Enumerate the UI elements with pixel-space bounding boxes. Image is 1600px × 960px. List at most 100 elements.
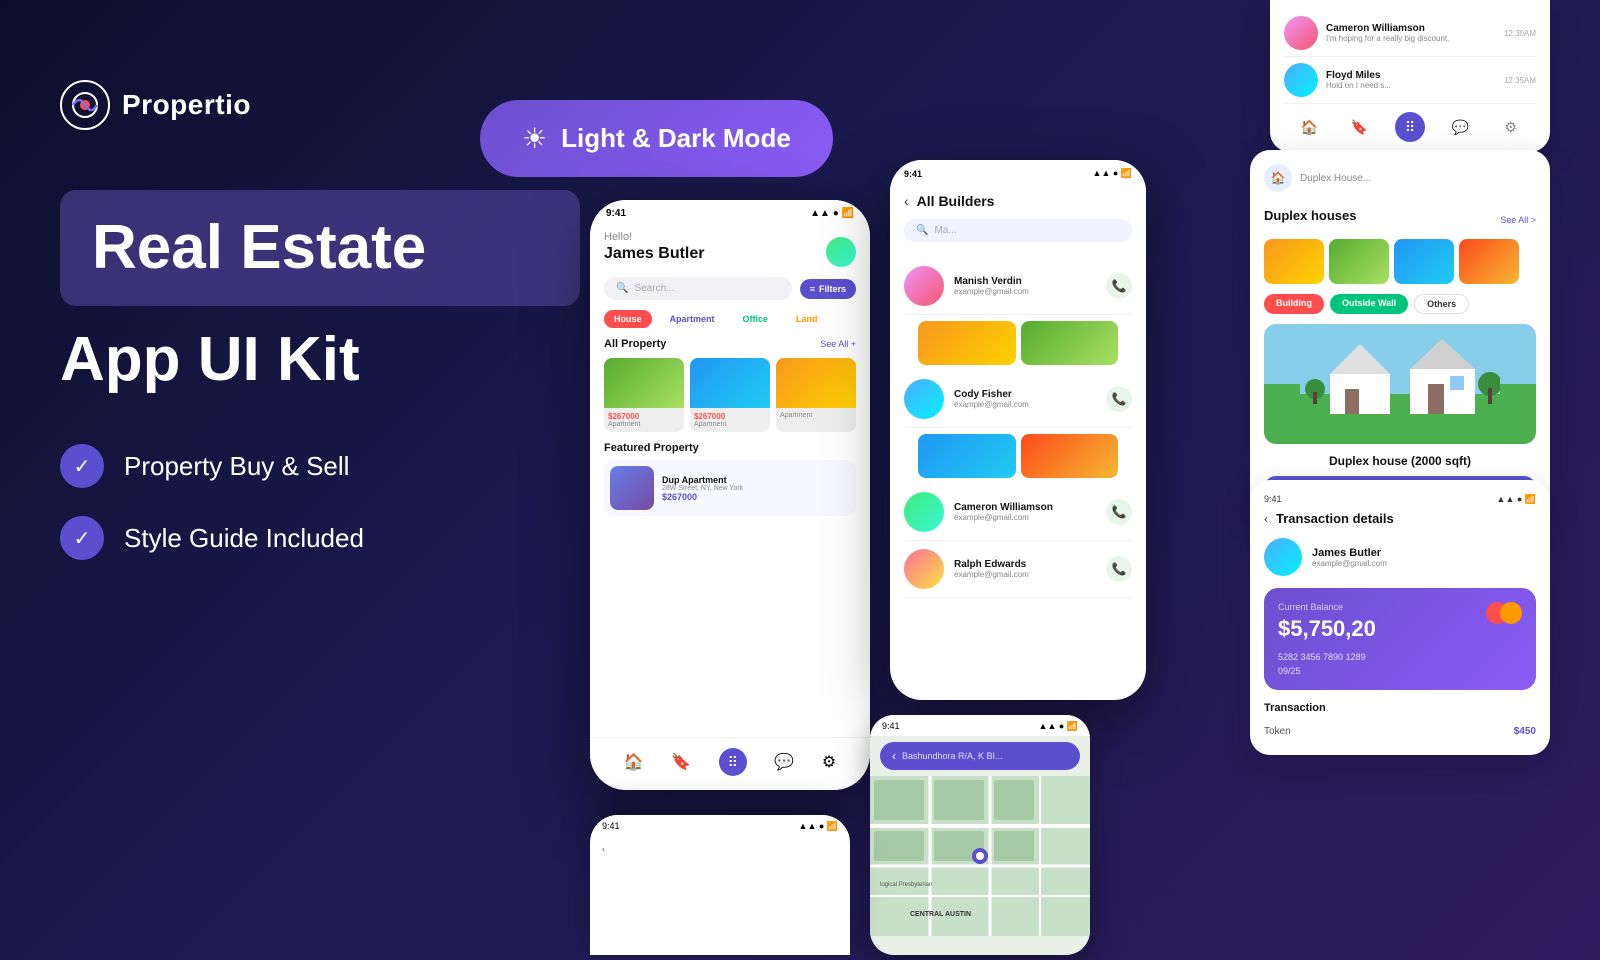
prop-img-3 — [776, 358, 856, 408]
search-row: 🔍 Search... ≡ Filters — [604, 277, 856, 300]
duplex-see-all[interactable]: See All > — [1500, 215, 1536, 225]
chat-msg-1: I'm hoping for a really big discount. — [1326, 34, 1496, 43]
home-nav-icon[interactable]: 🏠 — [1294, 112, 1324, 142]
featured-card[interactable]: Dup Apartment 28W Street, NY, New York $… — [604, 460, 856, 516]
builder-item-1[interactable]: Manish Verdin example@gmail.com 📞 — [904, 258, 1132, 315]
settings-nav-icon[interactable]: ⚙ — [1496, 112, 1526, 142]
builder-call-4[interactable]: 📞 — [1106, 556, 1132, 582]
duplex-section-title: Duplex houses — [1264, 208, 1356, 223]
prop-card-3[interactable]: Apartment — [776, 358, 856, 432]
featured-title: Featured Property — [604, 442, 856, 454]
builder-call-3[interactable]: 📞 — [1106, 499, 1132, 525]
duplex-thumb-4[interactable] — [1459, 239, 1519, 284]
phone-time-1: 9:41 — [606, 208, 626, 219]
builder-avatar-1 — [904, 266, 944, 306]
duplex-thumb-2[interactable] — [1329, 239, 1389, 284]
search-box[interactable]: 🔍 Search... — [604, 277, 792, 300]
txn-user-info: James Butler example@gmail.com — [1312, 547, 1387, 568]
all-property-title: All Property — [604, 338, 666, 350]
builder-avatar-3 — [904, 492, 944, 532]
sun-icon: ☀ — [522, 122, 547, 155]
featured-section: Featured Property Dup Apartment 28W Stre… — [604, 442, 856, 516]
txn-row-token: Token $450 — [1264, 722, 1536, 741]
type-land[interactable]: Land — [786, 310, 828, 328]
card-expiry: 09/25 — [1278, 666, 1522, 676]
map-search-bar[interactable]: ‹ Bashundhora R/A, K BI... — [880, 742, 1080, 770]
builder-title: All Builders — [917, 193, 995, 209]
duplex-thumb-1[interactable] — [1264, 239, 1324, 284]
builder-header: ‹ All Builders 🔍 Ma... — [890, 181, 1146, 258]
back-arrow-icon[interactable]: ‹ — [904, 193, 909, 209]
property-types: House Apartment Office Land — [604, 310, 856, 328]
phone-time-2: 9:41 — [904, 169, 922, 179]
phone-user-name: James Butler — [604, 245, 705, 263]
hero-subtitle: App UI Kit — [60, 326, 580, 394]
hero-title: Real Estate — [92, 214, 548, 282]
transaction-panel: 9:41 ▲▲ ● 📶 ‹ Transaction details James … — [1250, 480, 1550, 755]
prop-card-1[interactable]: $267000 Apartment — [604, 358, 684, 432]
builder-info-3: Cameron Williamson example@gmail.com — [954, 502, 1053, 522]
filter-tags: Building Outside Wall Others — [1264, 294, 1536, 314]
txn-title: Transaction details — [1276, 511, 1394, 526]
duplex-home-icon: 🏠 — [1264, 164, 1292, 192]
chat-name-1: Cameron Williamson — [1326, 23, 1496, 34]
nav-home-icon[interactable]: 🏠 — [624, 752, 644, 772]
duplex-thumb-3[interactable] — [1394, 239, 1454, 284]
nav-chat-icon[interactable]: 💬 — [774, 752, 794, 772]
builder-email-1: example@gmail.com — [954, 287, 1029, 296]
filter-building[interactable]: Building — [1264, 294, 1324, 314]
filter-outside-wall[interactable]: Outside Wall — [1330, 294, 1408, 314]
builder-name-3: Cameron Williamson — [954, 502, 1053, 513]
prop-price-1: $267000 — [608, 412, 680, 421]
mode-button[interactable]: ☀ Light & Dark Mode — [480, 100, 833, 177]
txn-header: ‹ Transaction details — [1264, 511, 1536, 526]
builder-info-1: Manish Verdin example@gmail.com — [954, 276, 1029, 296]
mode-label: Light & Dark Mode — [561, 123, 791, 154]
builder-search-icon: 🔍 — [916, 225, 928, 236]
map-back-icon[interactable]: ‹ — [892, 749, 896, 763]
duplex-breadcrumb: Duplex House... — [1300, 173, 1371, 184]
nav-settings-icon[interactable]: ⚙ — [822, 752, 836, 772]
type-apartment[interactable]: Apartment — [660, 310, 725, 328]
prop-price-2: $267000 — [694, 412, 766, 421]
phone-content-1: Hello! James Butler 🔍 Search... ≡ Filter… — [590, 223, 870, 763]
nav-bookmark-icon[interactable]: 🔖 — [671, 752, 691, 772]
chat-nav-icon[interactable]: 💬 — [1445, 112, 1475, 142]
duplex-property-name: Duplex house (2000 sqft) — [1264, 454, 1536, 468]
prop-card-2[interactable]: $267000 Apartment — [690, 358, 770, 432]
logo-icon — [60, 80, 110, 130]
feature-item-1: ✓ Property Buy & Sell — [60, 444, 580, 488]
builder-prop-img-2a — [918, 434, 1016, 478]
builder-call-2[interactable]: 📞 — [1106, 386, 1132, 412]
chat-info-1: Cameron Williamson I'm hoping for a real… — [1326, 23, 1496, 43]
property-grid: $267000 Apartment $267000 Apartment Apar… — [604, 358, 856, 432]
builder-item-4[interactable]: Ralph Edwards example@gmail.com 📞 — [904, 541, 1132, 598]
filter-others[interactable]: Others — [1414, 294, 1469, 314]
builder-prop-img-2b — [1021, 434, 1119, 478]
featured-price: $267000 — [662, 492, 743, 502]
type-house[interactable]: House — [604, 310, 652, 328]
filter-button[interactable]: ≡ Filters — [800, 279, 856, 299]
builder-prop-img-1a — [918, 321, 1016, 365]
builder-item-3[interactable]: Cameron Williamson example@gmail.com 📞 — [904, 484, 1132, 541]
nav-grid-icon[interactable]: ⠿ — [719, 748, 747, 776]
balance-card: Current Balance $5,750,20 5282 3456 7890… — [1264, 588, 1536, 690]
grid-nav-icon[interactable]: ⠿ — [1395, 112, 1425, 142]
builder-search[interactable]: 🔍 Ma... — [904, 219, 1132, 242]
mastercard-icon — [1486, 602, 1522, 624]
featured-img — [610, 466, 654, 510]
phone-mockup-builders: 9:41 ▲▲ ● 📶 ‹ All Builders 🔍 Ma... Manis… — [890, 160, 1146, 700]
txn-back-arrow[interactable]: ‹ — [1264, 512, 1268, 526]
builder-call-1[interactable]: 📞 — [1106, 273, 1132, 299]
map-status-bar: 9:41 ▲▲ ● 📶 — [870, 715, 1090, 736]
chat-item-1[interactable]: Cameron Williamson I'm hoping for a real… — [1284, 10, 1536, 57]
feature-text-2: Style Guide Included — [124, 523, 364, 554]
all-property-see-all[interactable]: See All + — [820, 339, 856, 349]
type-office[interactable]: Office — [733, 310, 779, 328]
featured-name: Dup Apartment — [662, 475, 743, 485]
bookmark-nav-icon[interactable]: 🔖 — [1345, 112, 1375, 142]
txn-status-bar: 9:41 ▲▲ ● 📶 — [1264, 494, 1536, 505]
chat-item-2[interactable]: Floyd Miles Hold on I need s... 12:35AM — [1284, 57, 1536, 104]
builder-item-2[interactable]: Cody Fisher example@gmail.com 📞 — [904, 371, 1132, 428]
map-area: CENTRAL AUSTIN logical Presbyterian — [870, 776, 1090, 936]
